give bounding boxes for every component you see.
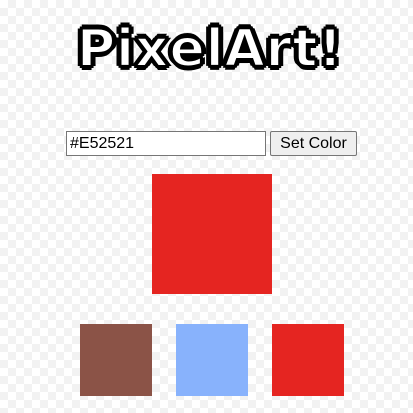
- color-swatch[interactable]: [176, 324, 248, 396]
- set-color-button[interactable]: Set Color: [270, 131, 357, 156]
- page-title: PixelArt!: [76, 18, 344, 80]
- color-input[interactable]: [66, 131, 266, 156]
- color-swatch[interactable]: [272, 324, 344, 396]
- color-preview: [152, 174, 272, 294]
- color-swatch[interactable]: [80, 324, 152, 396]
